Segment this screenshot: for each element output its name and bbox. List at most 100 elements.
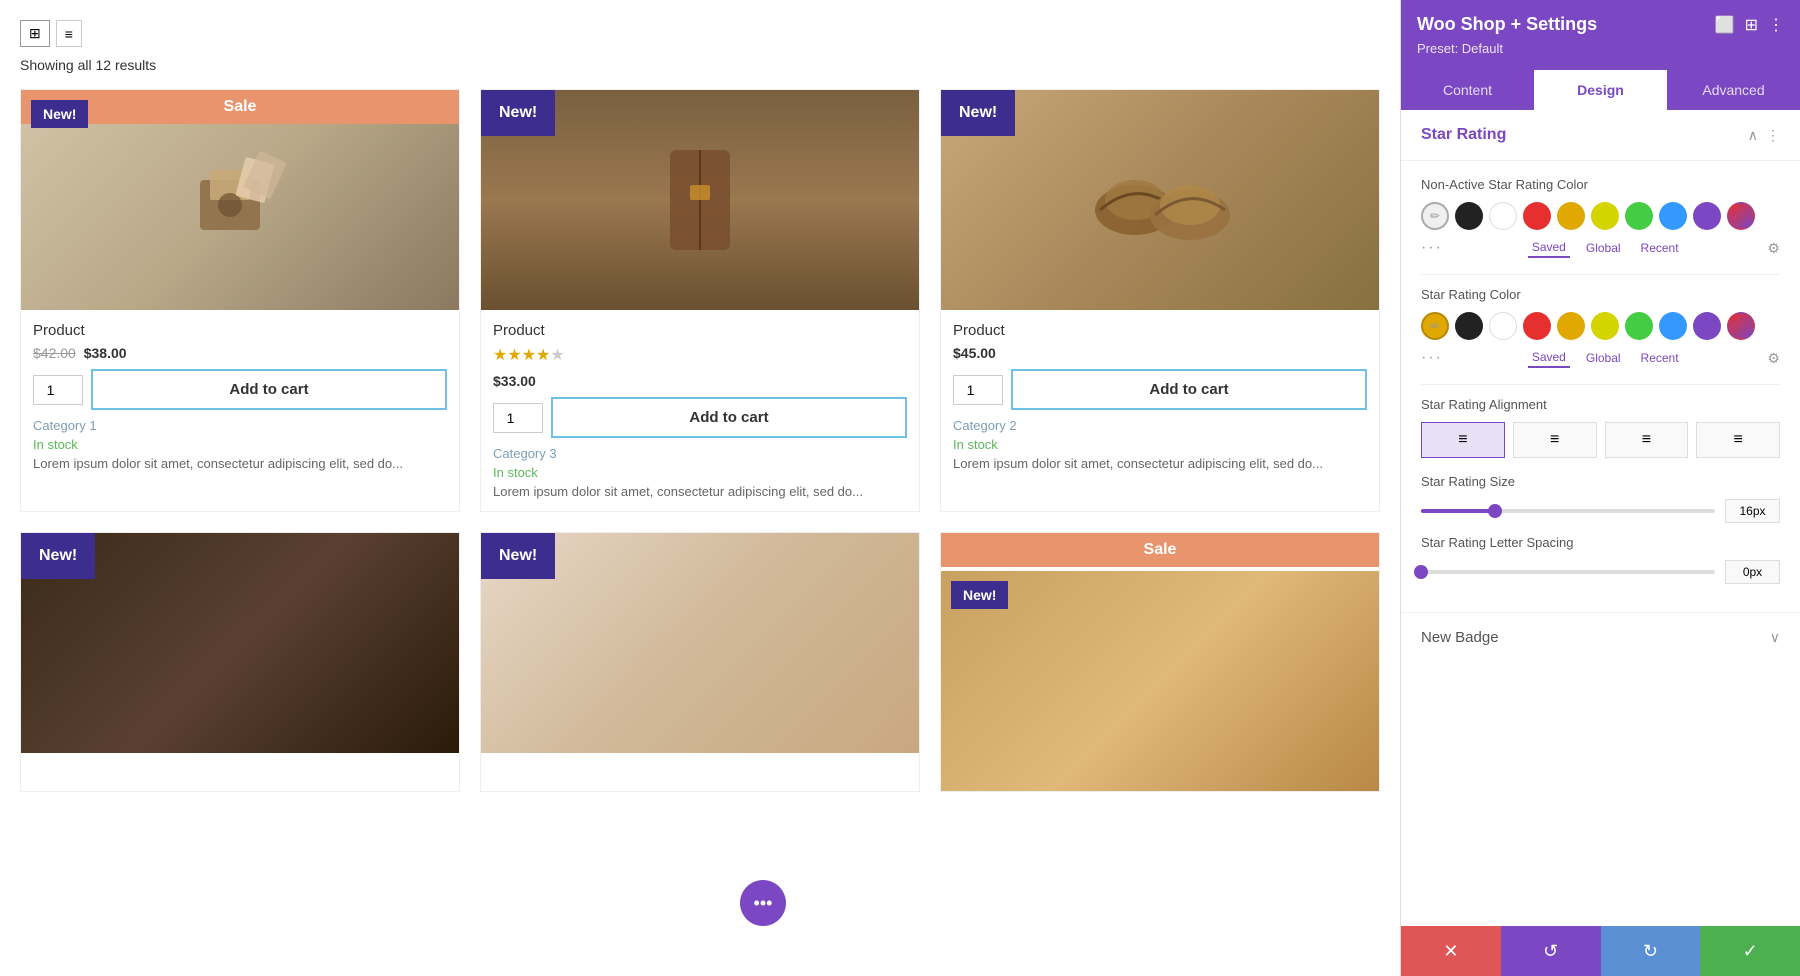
- non-active-saved-tab[interactable]: Saved: [1528, 238, 1570, 258]
- color-swatch-purple[interactable]: [1693, 202, 1721, 230]
- active-swatch-black[interactable]: [1455, 312, 1483, 340]
- grid-view-button[interactable]: ⊞: [20, 20, 50, 47]
- color-swatch-black[interactable]: [1455, 202, 1483, 230]
- cancel-button[interactable]: ✕: [1401, 926, 1501, 976]
- product-name: Product: [493, 322, 907, 339]
- active-global-tab[interactable]: Global: [1582, 348, 1625, 368]
- color-swatch-blue[interactable]: [1659, 202, 1687, 230]
- color-swatch-green[interactable]: [1625, 202, 1653, 230]
- grid-icon-button[interactable]: ⊞: [1745, 15, 1758, 35]
- add-to-cart-button[interactable]: Add to cart: [551, 397, 907, 438]
- settings-panel: Woo Shop + Settings ⬜ ⊞ ⋮ Preset: Defaul…: [1400, 0, 1800, 976]
- star-rating: ★★★★★: [493, 345, 907, 365]
- price-single: $33.00: [493, 373, 536, 389]
- active-swatch-purple[interactable]: [1693, 312, 1721, 340]
- tab-advanced[interactable]: Advanced: [1667, 70, 1800, 110]
- product-card: Sale New! Product $42.00: [20, 89, 460, 512]
- letter-spacing-slider-track[interactable]: [1421, 570, 1715, 574]
- non-active-recent-tab[interactable]: Recent: [1637, 238, 1683, 258]
- redo-button[interactable]: ↻: [1601, 926, 1701, 976]
- letter-spacing-slider-thumb[interactable]: [1414, 565, 1428, 579]
- results-count: Showing all 12 results: [20, 57, 1380, 73]
- active-swatch-gradient[interactable]: [1727, 312, 1755, 340]
- star-rating-content: Non-Active Star Rating Color ✏ ··· Saved…: [1401, 161, 1800, 612]
- alignment-row: ≡ ≡ ≡ ≡: [1421, 422, 1780, 458]
- color-swatch-white[interactable]: [1489, 202, 1517, 230]
- product-category[interactable]: Category 1: [33, 418, 447, 433]
- sale-badge: Sale: [941, 533, 1379, 567]
- align-center-left-button[interactable]: ≡: [1513, 422, 1597, 458]
- active-swatch-red[interactable]: [1523, 312, 1551, 340]
- add-to-cart-button[interactable]: Add to cart: [91, 369, 447, 410]
- product-price: $42.00 $38.00: [33, 345, 447, 361]
- color-swatch-gold[interactable]: [1557, 202, 1585, 230]
- product-name: Product: [953, 322, 1367, 339]
- size-slider-thumb[interactable]: [1488, 504, 1502, 518]
- active-recent-tab[interactable]: Recent: [1637, 348, 1683, 368]
- active-swatch-yellow[interactable]: [1591, 312, 1619, 340]
- product-category[interactable]: Category 2: [953, 418, 1367, 433]
- product-price: $33.00: [493, 373, 907, 389]
- product-card: New!: [20, 532, 460, 792]
- non-active-dots-button[interactable]: ···: [1421, 239, 1443, 257]
- active-tab-group: Saved Global Recent: [1528, 348, 1683, 368]
- non-active-gear-button[interactable]: ⚙: [1767, 240, 1780, 257]
- active-dots-button[interactable]: ···: [1421, 349, 1443, 367]
- tab-content[interactable]: Content: [1401, 70, 1534, 110]
- save-button[interactable]: ✓: [1700, 926, 1800, 976]
- non-active-global-tab[interactable]: Global: [1582, 238, 1625, 258]
- align-center-right-button[interactable]: ≡: [1605, 422, 1689, 458]
- price-new: $38.00: [84, 345, 127, 361]
- new-badge: New!: [21, 533, 95, 579]
- preset-selector[interactable]: Preset: Default: [1417, 41, 1784, 56]
- align-left-button[interactable]: ≡: [1421, 422, 1505, 458]
- section-more-button[interactable]: ⋮: [1766, 127, 1780, 144]
- active-swatch-gold[interactable]: [1557, 312, 1585, 340]
- active-saved-tab[interactable]: Saved: [1528, 348, 1570, 368]
- active-swatch-blue[interactable]: [1659, 312, 1687, 340]
- collapse-button[interactable]: ∧: [1748, 127, 1758, 144]
- quantity-input[interactable]: [33, 375, 83, 405]
- non-active-color-label: Non-Active Star Rating Color: [1421, 177, 1780, 192]
- bottom-toolbar: ✕ ↺ ↻ ✓: [1401, 926, 1800, 976]
- product-name: Product: [33, 322, 447, 339]
- undo-button[interactable]: ↺: [1501, 926, 1601, 976]
- more-options-button[interactable]: ⋮: [1768, 15, 1784, 35]
- new-badge-expand-button[interactable]: ∨: [1770, 629, 1780, 646]
- active-swatch-white[interactable]: [1489, 312, 1517, 340]
- non-active-tab-group: Saved Global Recent: [1528, 238, 1683, 258]
- screenshot-icon-button[interactable]: ⬜: [1715, 15, 1735, 35]
- active-color-swatch-pencil[interactable]: ✏: [1421, 312, 1449, 340]
- letter-spacing-slider-value[interactable]: 0px: [1725, 560, 1780, 584]
- product-card: Sale New!: [940, 532, 1380, 792]
- product-category[interactable]: Category 3: [493, 446, 907, 461]
- new-badge-section-title: New Badge: [1421, 629, 1499, 646]
- color-swatch-gradient[interactable]: [1727, 202, 1755, 230]
- size-slider-track[interactable]: [1421, 509, 1715, 513]
- new-badge-section[interactable]: New Badge ∨: [1401, 612, 1800, 662]
- color-swatch-yellow[interactable]: [1591, 202, 1619, 230]
- add-to-cart-button[interactable]: Add to cart: [1011, 369, 1367, 410]
- product-grid: Sale New! Product $42.00: [20, 89, 1380, 792]
- in-stock-label: In stock: [493, 465, 907, 480]
- quantity-input[interactable]: [493, 403, 543, 433]
- list-view-button[interactable]: ≡: [56, 20, 82, 47]
- product-info: Product ★★★★★ $33.00 Add to cart Categor…: [481, 310, 919, 511]
- section-header-icons: ∧ ⋮: [1748, 127, 1780, 144]
- floating-menu-button[interactable]: •••: [740, 880, 786, 926]
- active-gear-button[interactable]: ⚙: [1767, 350, 1780, 367]
- new-badge: New!: [481, 533, 555, 579]
- active-swatch-green[interactable]: [1625, 312, 1653, 340]
- star-rating-section-header[interactable]: Star Rating ∧ ⋮: [1401, 110, 1800, 161]
- panel-tabs: Content Design Advanced: [1401, 70, 1800, 110]
- quantity-input[interactable]: [953, 375, 1003, 405]
- size-slider-value[interactable]: 16px: [1725, 499, 1780, 523]
- color-swatch-pencil[interactable]: ✏: [1421, 202, 1449, 230]
- in-stock-label: In stock: [33, 437, 447, 452]
- product-price: $45.00: [953, 345, 1367, 361]
- tab-design[interactable]: Design: [1534, 70, 1667, 110]
- align-right-button[interactable]: ≡: [1696, 422, 1780, 458]
- size-slider-row: 16px: [1421, 499, 1780, 523]
- non-active-color-tabs-row: ··· Saved Global Recent ⚙: [1421, 238, 1780, 258]
- color-swatch-red[interactable]: [1523, 202, 1551, 230]
